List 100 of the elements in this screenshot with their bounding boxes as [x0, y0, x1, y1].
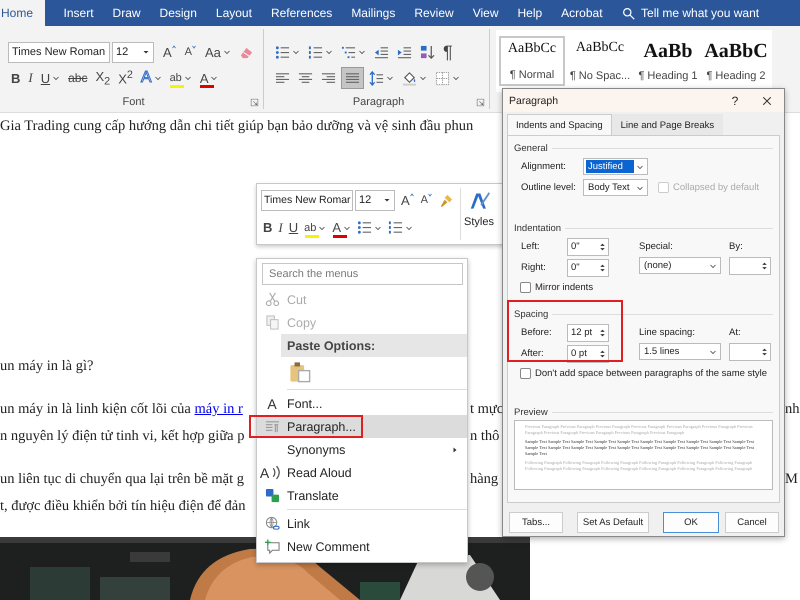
style-item[interactable]: AaBbCc ¶ Normal — [499, 36, 565, 86]
menu-item[interactable]: Translate — [257, 484, 467, 507]
ribbon-tab[interactable]: Draw — [103, 0, 150, 26]
spinner-field[interactable] — [729, 257, 771, 275]
link[interactable]: máy in r — [194, 401, 243, 417]
styles-button[interactable]: Styles — [461, 188, 497, 240]
paintbrush-icon — [439, 192, 454, 208]
ribbon-tab[interactable]: Acrobat — [552, 0, 612, 26]
menu-item[interactable]: Link — [257, 512, 467, 535]
menu-item[interactable]: A Font... — [257, 392, 467, 415]
field-label: At: — [729, 326, 742, 340]
grow-font-button[interactable]: A — [399, 189, 417, 212]
spinner-field[interactable]: 12 pt — [567, 324, 609, 342]
shrink-font-button[interactable]: A — [182, 41, 200, 63]
bullet-list-icon — [357, 220, 372, 236]
dropdown[interactable]: 1.5 lines — [639, 343, 721, 360]
ribbon-tab[interactable]: Review — [404, 0, 464, 26]
body-text: M — [785, 470, 799, 489]
dropdown-arrow-icon — [383, 196, 391, 204]
underline-button[interactable]: U — [38, 67, 64, 89]
launcher-icon — [250, 98, 259, 107]
justify-button[interactable] — [341, 67, 364, 89]
style-item[interactable]: AaBb ¶ Heading 1 — [635, 36, 701, 86]
bullet-list-icon — [275, 44, 290, 60]
body-text: un máy in là gì? — [0, 358, 94, 374]
style-item[interactable]: AaBbC ¶ Heading 2 — [703, 36, 769, 86]
section-title: Preview — [514, 406, 548, 418]
dialog-button[interactable]: Set As Default — [577, 512, 649, 533]
superscript-button[interactable]: X$^{2}$ — [115, 67, 136, 89]
field-label: After: — [521, 347, 545, 361]
ribbon-tab[interactable]: Design — [150, 0, 206, 26]
menu-item[interactable]: A Read Aloud — [257, 461, 467, 484]
font-color-button[interactable]: A — [196, 67, 222, 89]
ribbon-tab[interactable]: Mailings — [342, 0, 405, 26]
tell-me-field[interactable]: Tell me what you want — [641, 0, 766, 26]
checkbox[interactable] — [520, 368, 531, 378]
body-text: un máy in là linh kiện cốt lõi của máy in r — [0, 400, 244, 419]
numbered-list-icon — [308, 44, 323, 60]
globe-icon — [264, 516, 280, 531]
menu-item[interactable]: Paragraph... — [257, 415, 467, 438]
dropdown[interactable]: Body Text — [583, 179, 648, 196]
font-color-button[interactable]: A — [330, 216, 354, 239]
ribbon-tab[interactable]: View — [463, 0, 508, 26]
dialog-tab[interactable]: Line and Page Breaks — [612, 114, 724, 135]
close-icon — [761, 94, 773, 106]
highlight-button[interactable]: ab — [302, 216, 328, 239]
bold-button[interactable]: B — [8, 67, 24, 89]
italic-button[interactable]: I — [276, 216, 285, 239]
menu-item[interactable]: New Comment — [257, 535, 467, 558]
align-right-icon — [321, 70, 336, 86]
scissors-icon — [264, 292, 280, 307]
grow-font-button[interactable]: A — [160, 41, 180, 63]
dialog-button[interactable]: Cancel — [725, 512, 779, 533]
show-marks-button[interactable]: ¶ — [440, 41, 456, 63]
dialog-title: Paragraph — [509, 94, 560, 106]
highlight-button[interactable]: ab — [166, 67, 195, 89]
ribbon-tab[interactable]: References — [261, 0, 342, 26]
ribbon-tab[interactable]: Help — [508, 0, 552, 26]
body-text: nh — [785, 400, 800, 419]
caret-down-icon — [427, 192, 434, 198]
spinner-field[interactable]: 0" — [567, 238, 609, 256]
field-label: By: — [729, 240, 744, 254]
help-button[interactable]: ? — [720, 94, 750, 108]
chevron-down-icon — [636, 184, 644, 192]
group-label: Paragraph — [352, 96, 404, 108]
checkbox[interactable] — [520, 282, 531, 292]
dialog-tab[interactable]: Indents and Spacing — [507, 114, 612, 135]
copy-icon — [264, 315, 280, 330]
subscript-button[interactable]: X$_{2}$ — [92, 67, 114, 89]
italic-button[interactable]: I — [25, 67, 36, 89]
strikethrough-button[interactable]: abc — [65, 67, 90, 89]
menu-item[interactable]: Synonyms — [257, 438, 467, 461]
ribbon-tab[interactable]: Layout — [206, 0, 262, 26]
dropdown[interactable]: Justified — [583, 158, 648, 175]
style-item[interactable]: AaBbCc ¶ No Spac... — [567, 36, 633, 86]
change-case-button[interactable]: Aa — [202, 41, 234, 63]
paragraph-lines-icon — [264, 419, 280, 434]
field-label: Special: — [639, 240, 674, 254]
caret-up-icon — [170, 44, 177, 50]
ribbon-tab[interactable]: Insert — [54, 0, 104, 26]
font-size-box[interactable]: 12 — [355, 190, 395, 211]
underline-button[interactable]: U — [286, 216, 300, 239]
font-name-box[interactable]: Times New Romar — [261, 190, 353, 211]
search-field[interactable]: Search the menus — [262, 263, 463, 285]
ribbon-tab[interactable]: Home — [0, 0, 46, 26]
dropdown[interactable]: (none) — [639, 257, 721, 274]
chevron-down-icon — [709, 262, 717, 270]
paint-bucket-icon — [402, 70, 417, 86]
spinner-arrows-icon — [760, 346, 769, 358]
shrink-font-button[interactable]: A — [418, 189, 436, 212]
dialog-button[interactable]: Tabs... — [509, 512, 563, 533]
bold-button[interactable]: B — [261, 216, 274, 239]
checkbox-label: Collapsed by default — [673, 182, 760, 193]
font-size-box[interactable]: 12 — [112, 42, 154, 62]
spinner-field[interactable]: 0" — [567, 258, 609, 276]
spinner-field[interactable] — [729, 343, 771, 361]
font-name-box[interactable]: Times New Roman — [8, 42, 110, 62]
field-label: Before: — [521, 326, 553, 340]
clipboard-icon — [289, 361, 311, 383]
dialog-button[interactable]: OK — [663, 512, 719, 533]
